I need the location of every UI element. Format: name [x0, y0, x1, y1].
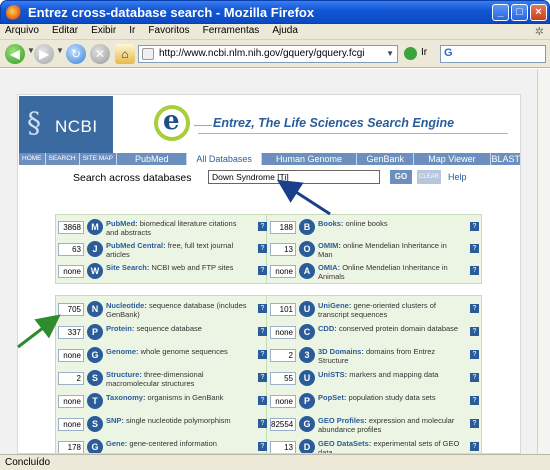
- green-arrow: [17, 314, 61, 349]
- google-icon: G: [444, 47, 453, 59]
- blue-arrow: [276, 179, 331, 216]
- back-arrow-icon[interactable]: ◀: [5, 44, 25, 64]
- stop-icon[interactable]: ✕: [90, 44, 110, 64]
- url-text[interactable]: http://www.ncbi.nlm.nih.gov/gquery/gquer…: [159, 48, 364, 59]
- forward-arrow-icon[interactable]: ▶: [34, 44, 54, 64]
- url-bar[interactable]: http://www.ncbi.nlm.nih.gov/gquery/gquer…: [138, 45, 398, 63]
- status-bar: Concluído: [0, 454, 550, 470]
- window-titlebar: Entrez cross-database search - Mozilla F…: [0, 0, 550, 24]
- firefox-icon: [6, 5, 22, 21]
- go-label[interactable]: Ir: [421, 47, 427, 58]
- reload-icon[interactable]: ↻: [66, 44, 86, 64]
- browser-content: § NCBI e Entrez, The Life Sciences Searc…: [0, 69, 550, 454]
- annotation-arrows: [17, 179, 331, 349]
- window-title: Entrez cross-database search - Mozilla F…: [28, 5, 315, 20]
- home-icon[interactable]: ⌂: [115, 44, 135, 64]
- menu-ir[interactable]: Ir: [124, 24, 140, 36]
- menu-ferramentas[interactable]: Ferramentas: [198, 24, 265, 36]
- forward-dropdown-icon[interactable]: ▼: [56, 46, 64, 55]
- page-favicon-icon: [142, 48, 154, 60]
- navigation-toolbar: ◀ ▼ ▶ ▼ ↻ ✕ ⌂ http://www.ncbi.nlm.nih.go…: [0, 40, 550, 68]
- menu-favoritos[interactable]: Favoritos: [143, 24, 194, 36]
- status-text: Concluído: [5, 457, 51, 468]
- menubar: Arquivo Editar Exibir Ir Favoritos Ferra…: [0, 24, 550, 40]
- web-search-box[interactable]: G: [440, 45, 546, 63]
- minimize-button[interactable]: _: [492, 4, 509, 21]
- menu-ajuda[interactable]: Ajuda: [267, 24, 303, 36]
- go-icon[interactable]: [404, 47, 417, 60]
- throbber-icon: ✲: [534, 26, 544, 38]
- vertical-scrollbar[interactable]: [537, 69, 550, 454]
- menu-editar[interactable]: Editar: [47, 24, 83, 36]
- maximize-button[interactable]: □: [511, 4, 528, 21]
- url-dropdown-icon[interactable]: ▼: [386, 49, 394, 58]
- menu-arquivo[interactable]: Arquivo: [0, 24, 44, 36]
- menu-exibir[interactable]: Exibir: [86, 24, 121, 36]
- close-button[interactable]: ×: [530, 4, 547, 21]
